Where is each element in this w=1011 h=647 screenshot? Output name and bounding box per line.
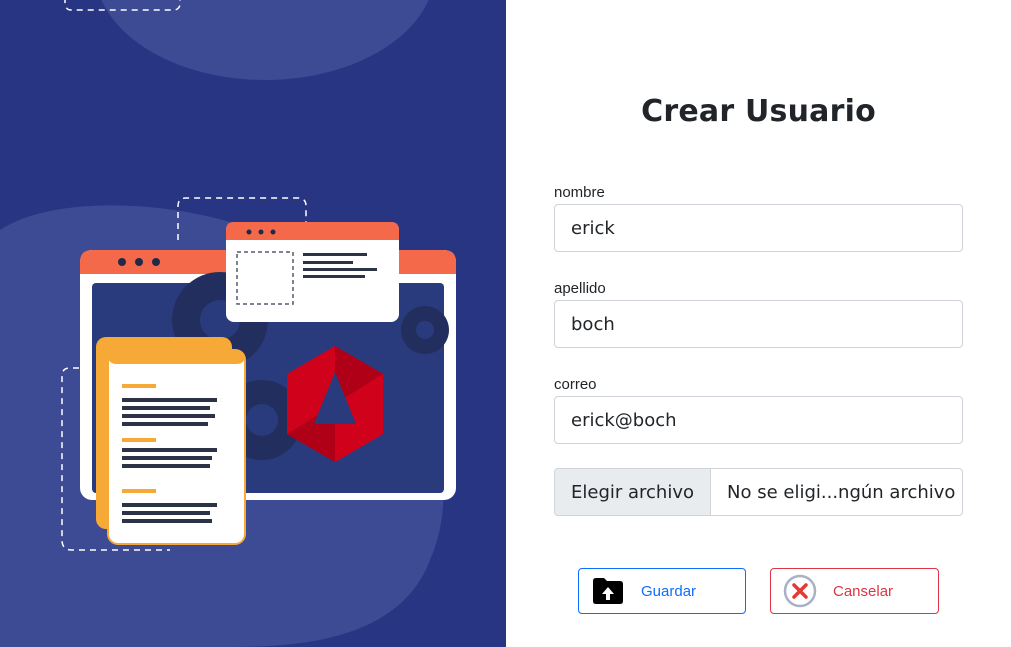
apellido-input[interactable] bbox=[554, 300, 963, 348]
choose-file-button[interactable]: Elegir archivo bbox=[555, 469, 712, 515]
cancel-button[interactable]: Canselar bbox=[770, 568, 939, 614]
nombre-input[interactable] bbox=[554, 204, 963, 252]
save-button[interactable]: Guardar bbox=[578, 568, 746, 614]
illustration-panel bbox=[0, 0, 506, 647]
save-button-label: Guardar bbox=[641, 582, 697, 600]
file-input[interactable]: Elegir archivo No se eligi...ngún archiv… bbox=[554, 468, 963, 516]
file-name-text: No se eligi...ngún archivo bbox=[727, 481, 956, 503]
background-blob-top bbox=[101, 0, 429, 80]
illustration bbox=[0, 0, 456, 647]
correo-label: correo bbox=[554, 376, 597, 393]
correo-input[interactable] bbox=[554, 396, 963, 444]
close-circle-icon bbox=[783, 574, 817, 608]
nombre-label: nombre bbox=[554, 184, 605, 201]
cancel-button-label: Canselar bbox=[833, 582, 894, 600]
folder-upload-icon bbox=[591, 574, 625, 608]
apellido-label: apellido bbox=[554, 280, 606, 297]
create-user-form: Crear Usuario nombre apellido correo Ele… bbox=[506, 0, 1011, 647]
page-title: Crear Usuario bbox=[641, 94, 876, 129]
